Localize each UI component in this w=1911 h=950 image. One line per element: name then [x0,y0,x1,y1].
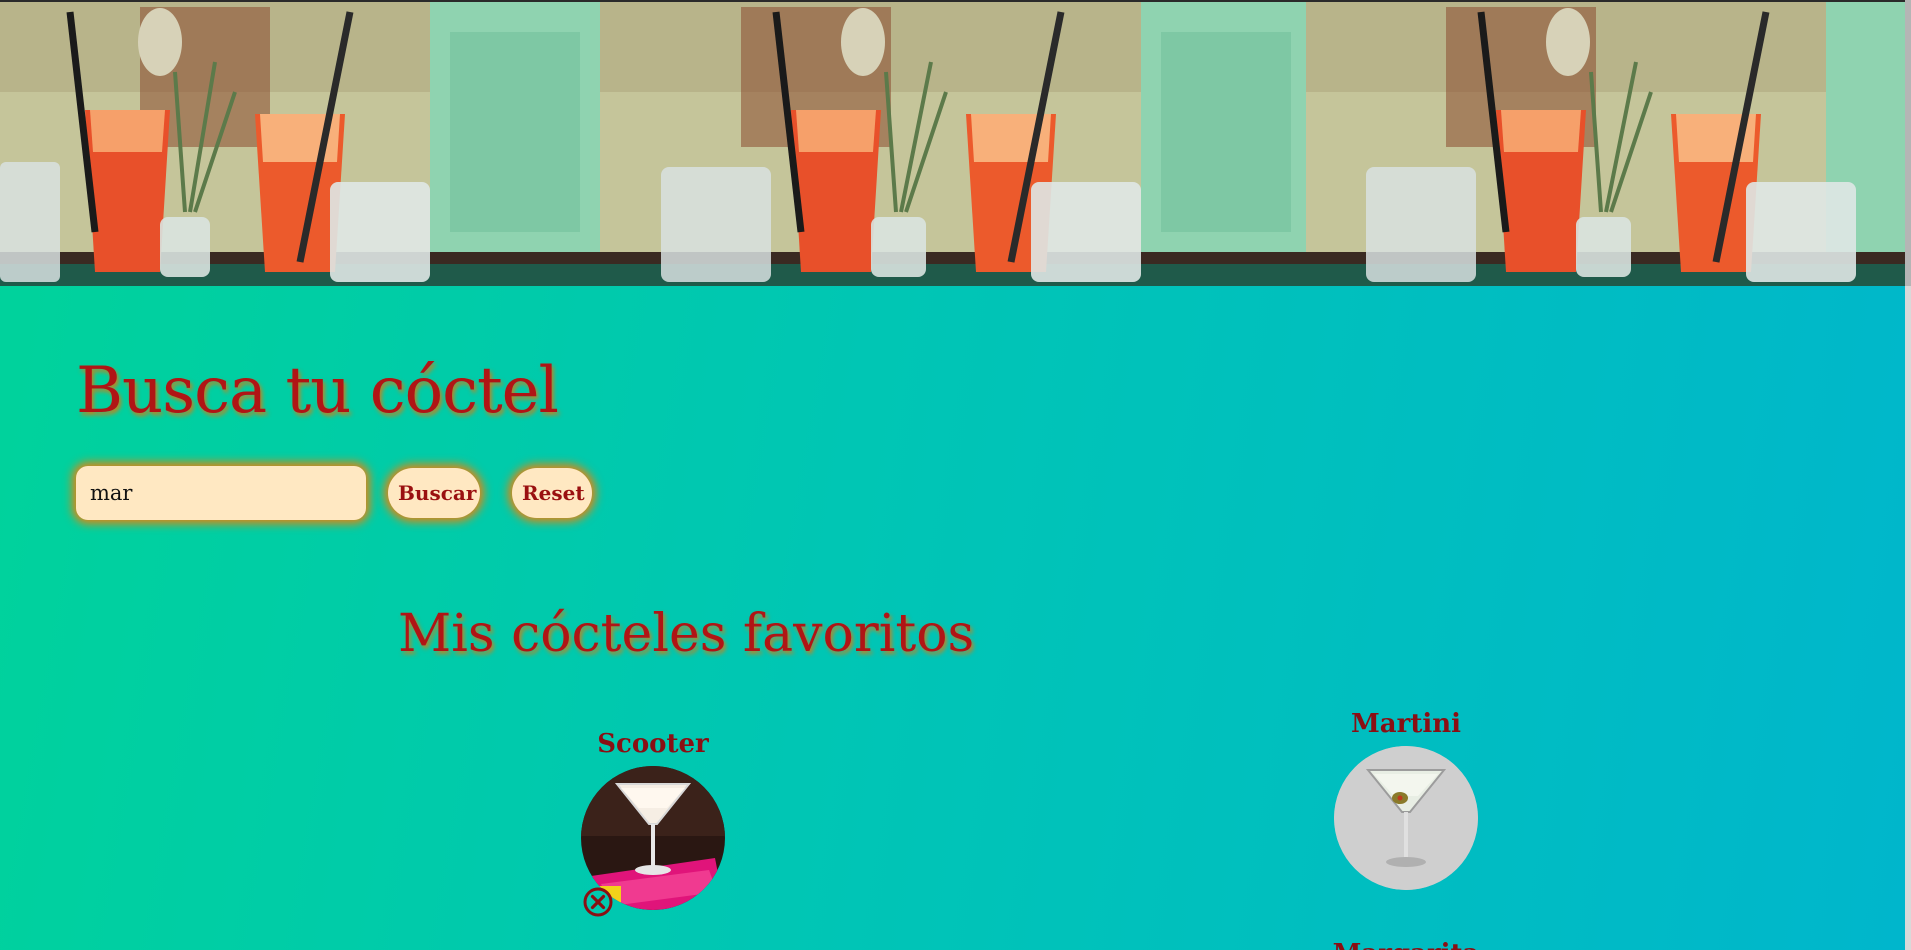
scrollbar[interactable] [1905,0,1911,950]
favorite-card: Scooter [553,726,753,910]
page: Busca tu cóctel Buscar Reset Mis cóctele… [0,0,1911,950]
page-title: Busca tu cóctel [76,354,559,428]
favorite-card: Martini [1306,706,1506,890]
hero-banner [0,0,1905,286]
hero-image [1306,2,1905,286]
martini-with-olive-icon [1334,746,1478,890]
search-input[interactable] [76,466,366,520]
reset-button[interactable]: Reset [512,468,592,518]
search-button[interactable]: Buscar [388,468,480,518]
favorite-card-name: Martini [1351,709,1461,739]
remove-favorite-icon[interactable] [582,886,614,918]
favorite-card-name: Scooter [597,729,709,759]
scrollbar-thumb[interactable] [1905,0,1911,286]
favorites-title: Mis cócteles favoritos [398,604,975,664]
hero-image [0,2,601,286]
favorite-card: Margarita [1306,936,1506,950]
favorite-card-name: Margarita [1306,936,1506,950]
hero-image [601,2,1306,286]
